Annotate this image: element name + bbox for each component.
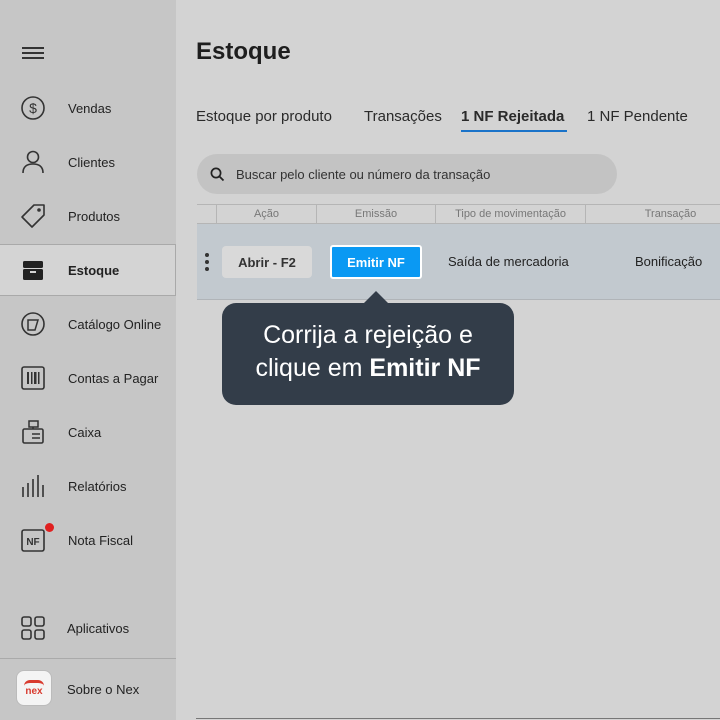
sidebar-item-clientes[interactable]: Clientes [0, 136, 176, 188]
sidebar-item-catalogo-online[interactable]: Catálogo Online [0, 298, 176, 350]
box-icon [23, 261, 43, 280]
sidebar-item-vendas[interactable]: $ Vendas [0, 82, 176, 134]
sidebar-item-aplicativos[interactable]: Aplicativos [0, 602, 176, 654]
search-input[interactable]: Buscar pelo cliente ou número da transaç… [197, 154, 617, 194]
tooltip-line-1: Corrija a rejeição e [263, 321, 473, 349]
user-icon [22, 150, 44, 174]
sidebar-item-nota-fiscal[interactable]: NF Nota Fiscal [0, 514, 176, 566]
sidebar: $ Vendas Clientes Produtos Estoque Catál… [0, 0, 176, 720]
sidebar-item-label: Estoque [68, 262, 120, 278]
nex-logo: nex [16, 670, 52, 706]
tag-icon [21, 204, 45, 228]
more-options-icon[interactable] [205, 253, 211, 273]
nf-icon: NF [21, 529, 45, 552]
tooltip-text: clique em [255, 354, 370, 382]
sidebar-item-label: Aplicativos [67, 620, 130, 636]
tab-nf-rejeitada[interactable]: 1 NF Rejeitada [461, 108, 564, 125]
column-header-acao: Ação [216, 205, 316, 223]
sidebar-item-caixa[interactable]: Caixa [0, 406, 176, 458]
open-button[interactable]: Abrir - F2 [222, 246, 312, 278]
barcode-icon [21, 366, 45, 390]
sidebar-item-produtos[interactable]: Produtos [0, 190, 176, 242]
active-tab-indicator [461, 130, 567, 132]
page-title: Estoque [196, 38, 291, 65]
sidebar-item-label: Vendas [68, 100, 112, 116]
notification-badge [45, 523, 54, 532]
sidebar-item-label: Sobre o Nex [67, 681, 140, 697]
sidebar-item-label: Nota Fiscal [68, 532, 134, 548]
tab-nf-pendente[interactable]: 1 NF Pendente [587, 108, 688, 125]
logo-text: nex [25, 685, 43, 697]
tooltip-line-2: clique em Emitir NF [222, 352, 514, 385]
sidebar-item-estoque[interactable]: Estoque [0, 244, 176, 296]
column-header-tipo: Tipo de movimentação [435, 205, 585, 223]
emit-nf-button[interactable]: Emitir NF [330, 245, 422, 279]
svg-text:NF: NF [26, 537, 39, 548]
bar-chart-icon [22, 475, 44, 497]
tab-estoque-por-produto[interactable]: Estoque por produto [196, 108, 332, 125]
transaction-cell: Bonificação [635, 254, 703, 269]
sidebar-item-label: Clientes [68, 154, 115, 170]
sidebar-item-label: Produtos [68, 208, 121, 224]
tooltip-emphasis: Emitir NF [369, 354, 481, 382]
table-header: Ação Emissão Tipo de movimentação Transa… [197, 204, 720, 224]
apps-grid-icon [21, 616, 45, 640]
sidebar-item-relatorios[interactable]: Relatórios [0, 460, 176, 512]
sidebar-item-contas-a-pagar[interactable]: Contas a Pagar [0, 352, 176, 404]
dollar-circle-icon: $ [21, 96, 45, 120]
table-row: Abrir - F2 Emitir NF Saída de mercadoria… [197, 224, 720, 300]
search-placeholder: Buscar pelo cliente ou número da transaç… [236, 167, 491, 182]
cash-register-icon [22, 420, 44, 444]
search-icon [210, 167, 225, 182]
sidebar-item-label: Contas a Pagar [68, 370, 159, 386]
sidebar-divider [0, 658, 176, 659]
column-header-emissao: Emissão [316, 205, 435, 223]
svg-text:$: $ [29, 100, 37, 116]
sidebar-item-sobre[interactable]: nex Sobre o Nex [0, 662, 176, 716]
tab-transacoes[interactable]: Transações [364, 108, 442, 125]
movement-type-cell: Saída de mercadoria [448, 254, 569, 269]
catalog-icon [21, 312, 45, 336]
sidebar-item-label: Caixa [68, 424, 102, 440]
hamburger-icon[interactable] [22, 44, 44, 62]
column-header-transacao: Transação [585, 205, 720, 223]
sidebar-item-label: Catálogo Online [68, 316, 162, 332]
bottom-divider [196, 718, 720, 719]
sidebar-item-label: Relatórios [68, 478, 127, 494]
hint-tooltip: Corrija a rejeição e clique em Emitir NF [222, 303, 514, 405]
